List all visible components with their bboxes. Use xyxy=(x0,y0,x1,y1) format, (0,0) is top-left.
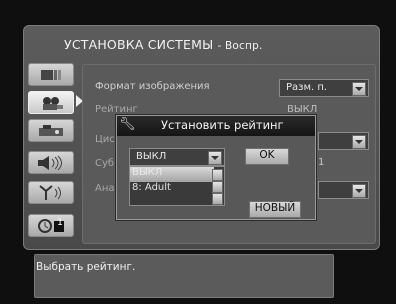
camera-projector-icon xyxy=(29,92,73,113)
rating-list[interactable]: ВЫКЛ 8: Adult xyxy=(129,166,225,206)
sidebar-item-timer[interactable]: 1 xyxy=(28,214,74,237)
list-item-partial xyxy=(130,194,214,205)
scroll-down-button[interactable] xyxy=(212,193,223,205)
new-button[interactable]: НОВЫЙ xyxy=(249,201,301,218)
chevron-down-icon xyxy=(352,82,366,96)
sidebar-item-playback[interactable] xyxy=(28,91,74,114)
set-rating-dialog: 🔧︎ Установить рейтинг ВЫКЛ ВЫКЛ 8: Adult… xyxy=(116,115,316,220)
aspect-select[interactable]: Разм. п. xyxy=(279,79,369,97)
rating-select-value: ВЫКЛ xyxy=(136,151,167,162)
wrench-icon: 🔧︎ xyxy=(119,117,136,132)
film-strip-icon xyxy=(29,64,73,85)
clock-icon xyxy=(29,215,73,236)
setting-value-subtitle: 1 xyxy=(318,157,325,168)
sidebar-item-tuner[interactable] xyxy=(28,181,74,204)
status-text: Выбрать рейтинг. xyxy=(36,261,136,273)
window-title: УСТАНОВКА СИСТЕМЫ - Воспр. xyxy=(64,37,263,52)
chevron-down-icon xyxy=(352,184,366,198)
setting-value-rating: ВЫКЛ xyxy=(287,104,318,115)
setting-label-aspect: Формат изображения xyxy=(95,81,210,92)
speaker-icon xyxy=(29,152,73,173)
antenna-icon xyxy=(29,182,73,203)
scroll-thumb[interactable] xyxy=(212,181,223,193)
sidebar-item-disc[interactable] xyxy=(28,119,74,142)
chevron-down-icon xyxy=(352,135,366,149)
aspect-select-value: Разм. п. xyxy=(286,82,328,93)
rating-select[interactable]: ВЫКЛ xyxy=(129,148,225,166)
scroll-up-button[interactable] xyxy=(212,169,223,181)
disc-player-icon xyxy=(29,120,73,141)
timer-badge: 1 xyxy=(57,218,63,228)
sidebar-item-display[interactable] xyxy=(28,63,74,86)
setting-label-rating: Рейтинг xyxy=(95,104,138,115)
dialog-title-bar: 🔧︎ Установить рейтинг xyxy=(117,116,315,136)
list-item[interactable]: ВЫКЛ xyxy=(130,167,214,182)
analog-select[interactable] xyxy=(318,181,369,199)
color-select[interactable] xyxy=(318,132,369,150)
window-title-text: УСТАНОВКА СИСТЕМЫ xyxy=(64,37,214,52)
chevron-down-icon xyxy=(208,151,222,165)
sidebar-item-audio[interactable] xyxy=(28,151,74,174)
window-title-suffix: - Воспр. xyxy=(217,40,263,52)
dialog-title: Установить рейтинг xyxy=(161,118,284,132)
ok-button[interactable]: OK xyxy=(245,148,289,165)
